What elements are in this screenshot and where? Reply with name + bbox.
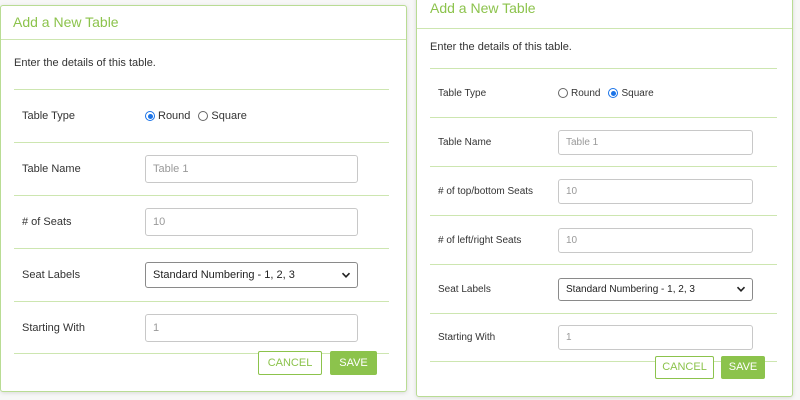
seat-labels-select[interactable]: Standard Numbering - 1, 2, 3 (145, 262, 358, 288)
table-type-radio-group: Round Square (145, 110, 255, 122)
left-right-seats-input[interactable]: 10 (558, 227, 753, 253)
table-name-row: Table Name Table 1 (14, 142, 389, 195)
radio-round-label: Round (158, 110, 191, 122)
dialog-intro: Enter the details of this table. (14, 57, 156, 69)
radio-square-label: Square (211, 110, 247, 122)
table-name-label: Table Name (22, 163, 81, 175)
seat-labels-row: Seat Labels Standard Numbering - 1, 2, 3 (430, 264, 777, 313)
table-type-label: Table Type (438, 87, 487, 99)
seat-labels-label: Seat Labels (22, 269, 81, 281)
radio-square-unchecked[interactable] (198, 111, 209, 121)
starting-with-placeholder: 1 (566, 332, 572, 343)
radio-round-label: Round (571, 87, 601, 99)
radio-square[interactable]: Square (608, 87, 654, 99)
chevron-down-icon (736, 284, 746, 294)
radio-round-unchecked[interactable] (558, 88, 568, 98)
left-right-seats-placeholder: 10 (566, 234, 578, 246)
radio-round-checked[interactable] (145, 111, 155, 121)
add-table-dialog-round: Add a New Table Enter the details of thi… (0, 5, 407, 392)
cancel-button[interactable]: CANCEL (655, 356, 714, 379)
radio-square-checked[interactable] (608, 88, 619, 98)
seat-labels-row: Seat Labels Standard Numbering - 1, 2, 3 (14, 248, 389, 301)
dialog-footer: CANCEL SAVE (655, 356, 765, 379)
chevron-down-icon (341, 270, 351, 280)
table-type-radio-group: Round Square (558, 88, 662, 99)
table-type-row: Table Type Round Square (14, 89, 389, 142)
dialog-title: Add a New Table (1, 6, 406, 40)
starting-with-label: Starting With (22, 321, 85, 334)
starting-with-row: Starting With 1 (14, 301, 389, 354)
save-button[interactable]: SAVE (330, 351, 377, 375)
radio-square-label: Square (621, 87, 654, 99)
table-name-placeholder: Table 1 (566, 136, 599, 148)
starting-with-input[interactable]: 1 (145, 313, 358, 342)
radio-square[interactable]: Square (198, 110, 247, 122)
left-right-seats-row: # of left/right Seats 10 (430, 215, 777, 264)
seats-label: # of Seats (22, 216, 72, 228)
radio-round[interactable]: Round (558, 88, 600, 99)
cancel-button[interactable]: CANCEL (258, 351, 322, 375)
save-button[interactable]: SAVE (721, 356, 765, 379)
dialog-intro: Enter the details of this table. (430, 41, 572, 53)
table-name-input[interactable]: Table 1 (558, 129, 753, 155)
table-name-placeholder: Table 1 (153, 163, 189, 175)
top-bottom-seats-label: # of top/bottom Seats (438, 185, 534, 197)
table-name-label: Table Name (438, 136, 492, 148)
top-bottom-seats-input[interactable]: 10 (558, 178, 753, 204)
left-right-seats-label: # of left/right Seats (438, 234, 522, 246)
table-name-row: Table Name Table 1 (430, 117, 777, 166)
top-bottom-seats-placeholder: 10 (566, 185, 578, 197)
seats-placeholder: 10 (153, 216, 166, 228)
top-bottom-seats-row: # of top/bottom Seats 10 (430, 166, 777, 215)
radio-round[interactable]: Round (145, 110, 190, 122)
seats-input[interactable]: 10 (145, 208, 358, 236)
seat-labels-label: Seat Labels (438, 283, 491, 295)
dialog-title: Add a New Table (417, 0, 792, 29)
table-type-row: Table Type Round Square (430, 68, 777, 117)
seat-labels-selected-value: Standard Numbering - 1, 2, 3 (566, 283, 695, 295)
seats-row: # of Seats 10 (14, 195, 389, 248)
table-name-input[interactable]: Table 1 (145, 155, 358, 183)
starting-with-input[interactable]: 1 (558, 325, 753, 350)
starting-with-row: Starting With 1 (430, 313, 777, 362)
starting-with-placeholder: 1 (153, 321, 160, 334)
table-type-label: Table Type (22, 110, 76, 122)
seat-labels-select[interactable]: Standard Numbering - 1, 2, 3 (558, 277, 753, 301)
starting-with-label: Starting With (438, 332, 496, 343)
seat-labels-selected-value: Standard Numbering - 1, 2, 3 (153, 269, 295, 281)
add-table-dialog-square: Add a New Table Enter the details of thi… (416, 0, 793, 397)
dialog-footer: CANCEL SAVE (258, 351, 377, 375)
